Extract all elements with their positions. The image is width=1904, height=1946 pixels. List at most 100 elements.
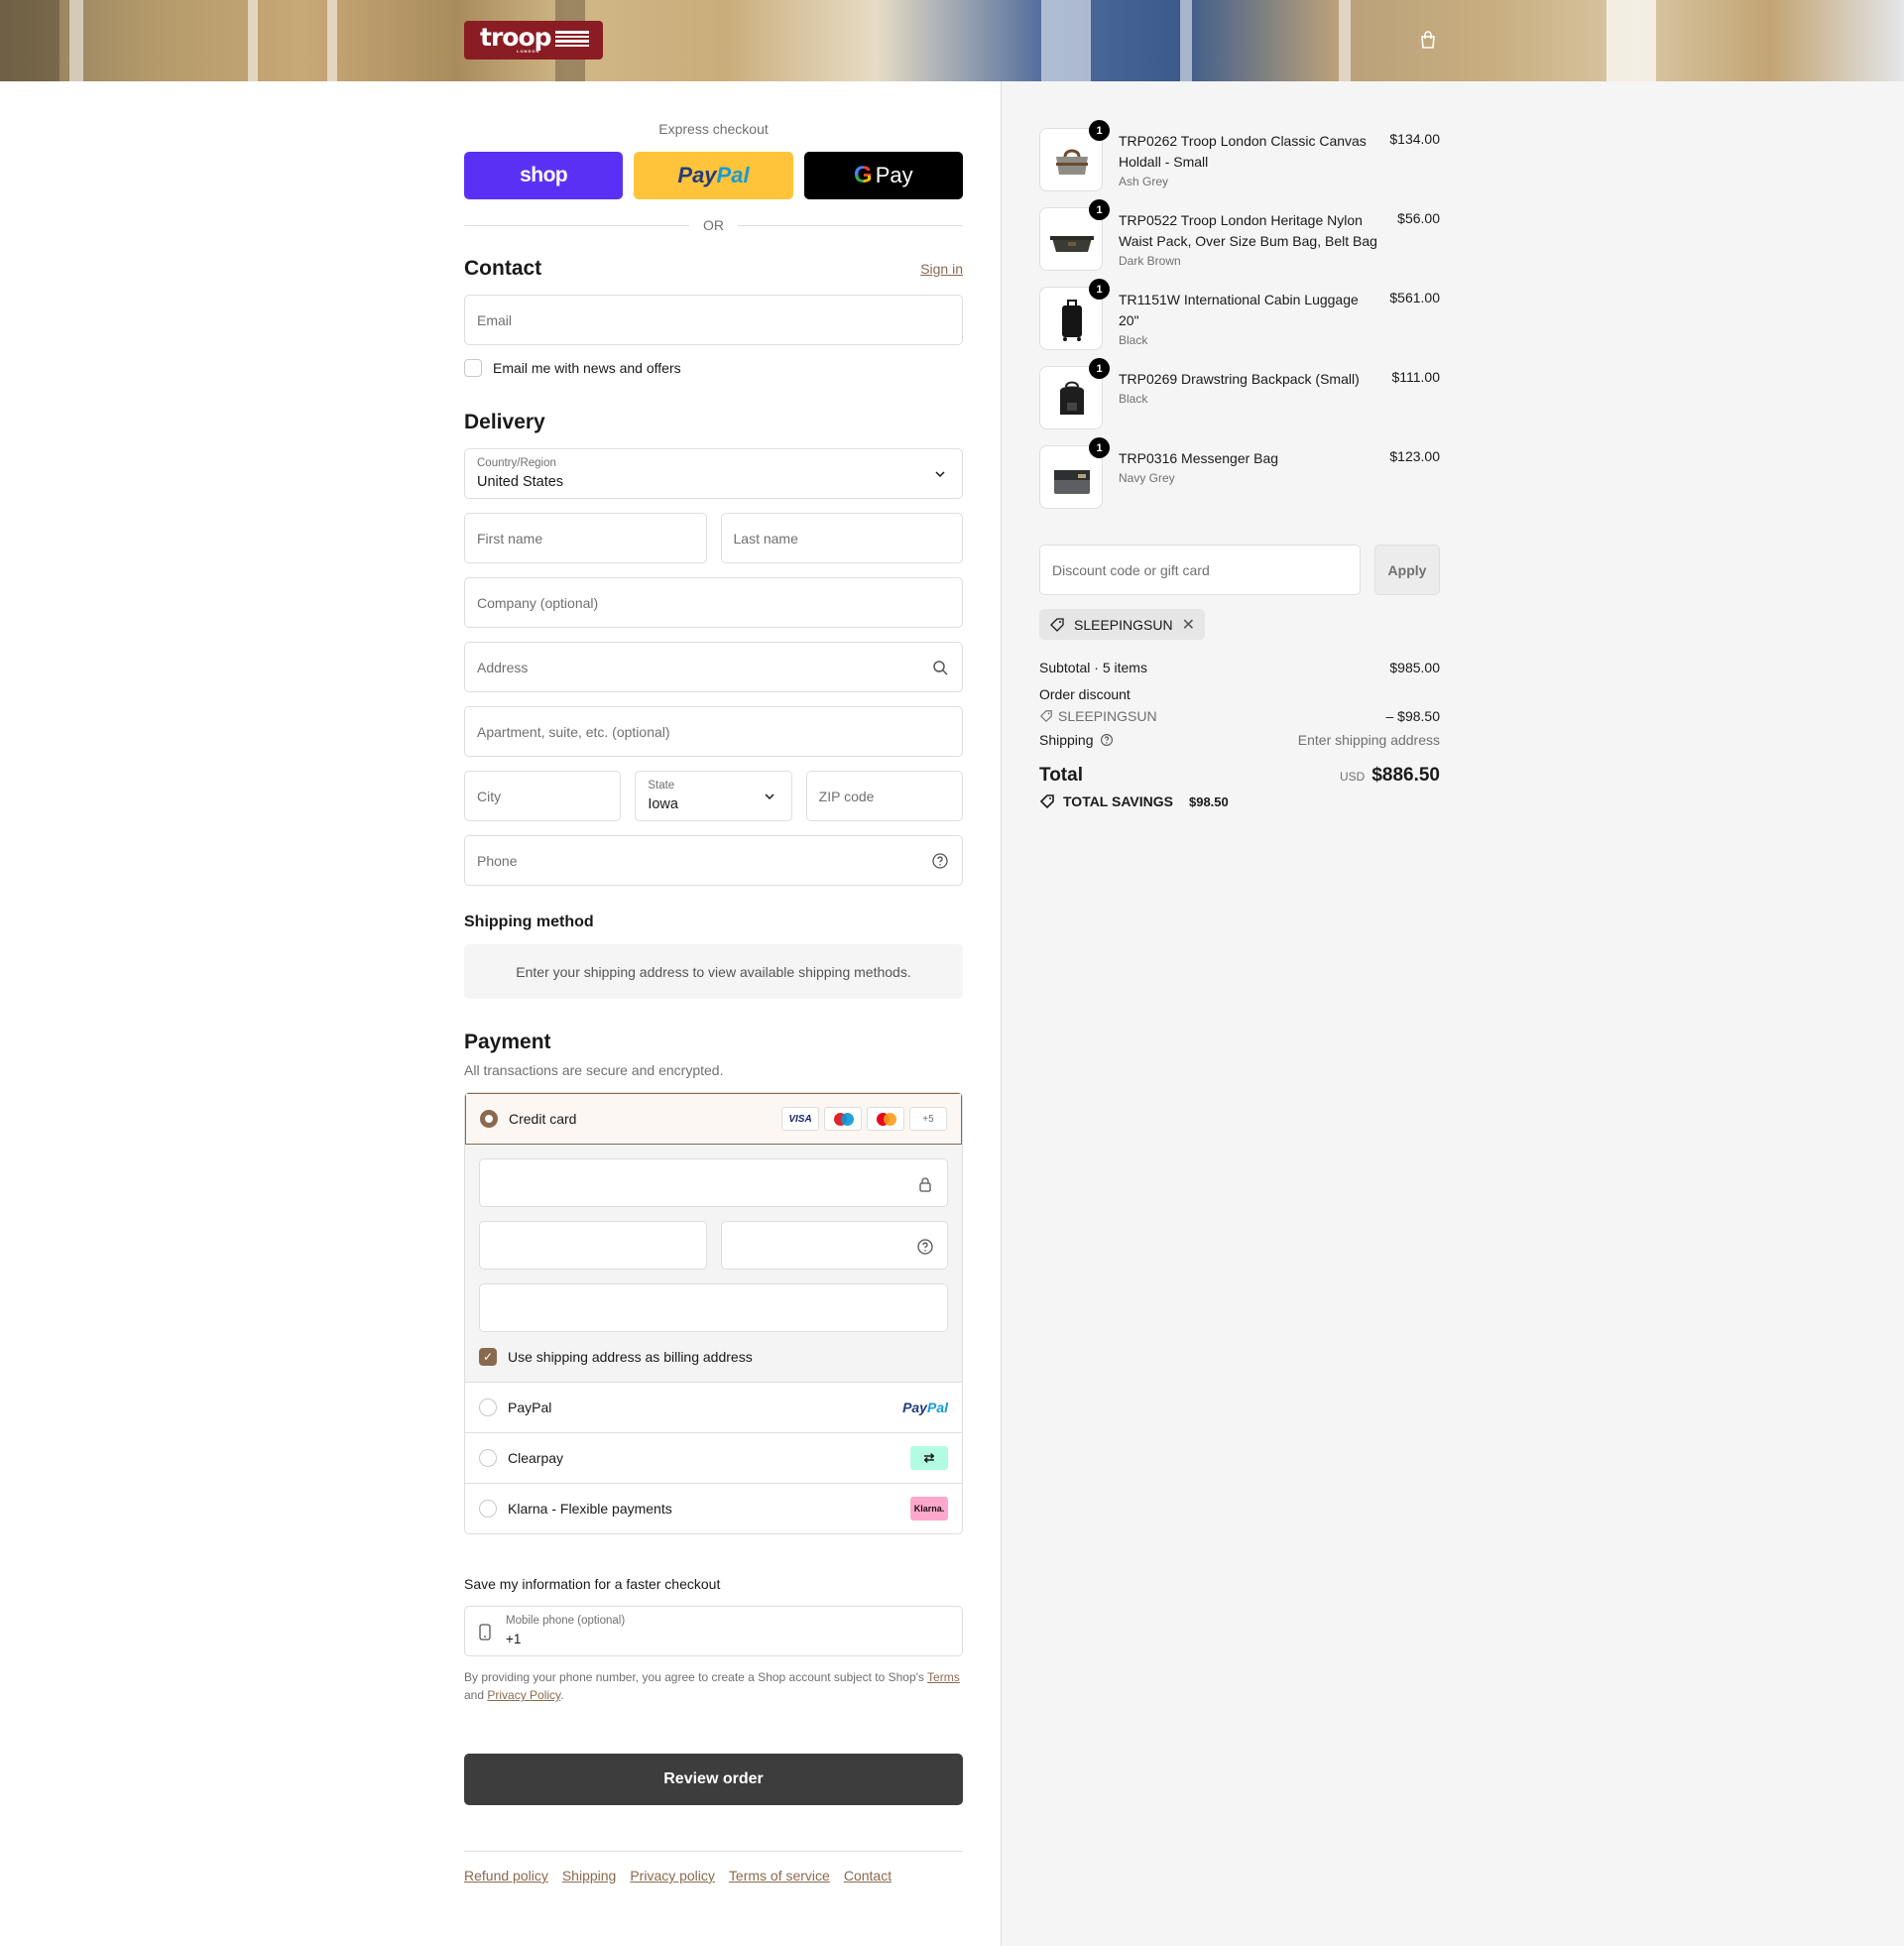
klarna-option[interactable]: Klarna - Flexible payments Klarna. (465, 1483, 962, 1533)
terms-text-b: and (464, 1688, 488, 1702)
credit-card-option[interactable]: Credit card VISA +5 (465, 1093, 962, 1145)
shop-pay-button[interactable]: shop (464, 152, 624, 199)
news-opt-in[interactable]: Email me with news and offers (464, 359, 963, 377)
paypal-radio[interactable] (479, 1399, 497, 1416)
card-brands: VISA +5 (781, 1107, 947, 1131)
card-name-field[interactable] (479, 1283, 948, 1332)
terms-link[interactable]: Terms (927, 1670, 960, 1684)
clearpay-radio[interactable] (479, 1449, 497, 1467)
country-select[interactable]: Country/Region United States (464, 448, 963, 499)
tag-icon (1050, 617, 1064, 632)
shipping-policy-link[interactable]: Shipping (562, 1868, 617, 1884)
billing-label: Use shipping address as billing address (508, 1349, 753, 1365)
google-pay-button[interactable]: G Pay (803, 152, 963, 199)
mobile-phone-field[interactable]: Mobile phone (optional) +1 (464, 1606, 963, 1656)
or-label: OR (703, 217, 724, 233)
first-name-placeholder: First name (477, 530, 543, 547)
applied-discount-chip: SLEEPINGSUN ✕ (1039, 609, 1205, 640)
clearpay-option[interactable]: Clearpay ⇄ (465, 1432, 962, 1483)
paypal-logo-b: Pal (926, 1399, 948, 1415)
more-brands-badge: +5 (909, 1107, 947, 1131)
help-icon[interactable] (1100, 733, 1114, 747)
billing-checkbox[interactable]: ✓ (479, 1348, 497, 1366)
help-icon[interactable] (931, 852, 949, 870)
logo-wordmark: troop (480, 23, 552, 52)
currency-code: USD (1339, 770, 1366, 784)
quantity-badge: 1 (1089, 279, 1110, 300)
credit-card-radio[interactable] (480, 1110, 498, 1128)
discount-row: Discount code or gift card Apply (1039, 545, 1440, 595)
apartment-placeholder: Apartment, suite, etc. (optional) (477, 723, 670, 740)
paypal-label: PayPal (508, 1399, 552, 1415)
klarna-label: Klarna - Flexible payments (508, 1501, 672, 1517)
discount-code-line: SLEEPINGSUN (1039, 708, 1157, 724)
product-thumbnail: 1 (1039, 199, 1110, 271)
phone-field[interactable]: Phone (464, 835, 963, 886)
paypal-option[interactable]: PayPal PayPal (465, 1382, 962, 1432)
order-totals: Subtotal · 5 items $985.00 Order discoun… (1039, 660, 1440, 809)
billing-same-as-shipping[interactable]: ✓ Use shipping address as billing addres… (479, 1332, 948, 1382)
total-row: Total USD $886.50 (1039, 765, 1440, 787)
luggage-icon (1062, 300, 1082, 341)
review-order-button[interactable]: Review order (464, 1754, 963, 1805)
discount-placeholder: Discount code or gift card (1052, 561, 1210, 578)
total-savings: TOTAL SAVINGS $98.50 (1039, 793, 1440, 809)
card-number-field[interactable] (479, 1158, 948, 1207)
paypal-button[interactable]: Pay Pal (634, 152, 793, 199)
last-name-placeholder: Last name (733, 530, 798, 547)
quantity-badge: 1 (1089, 199, 1110, 220)
backpack-icon (1060, 381, 1084, 415)
company-field[interactable]: Company (optional) (464, 577, 963, 628)
last-name-field[interactable]: Last name (720, 513, 963, 563)
card-expiry-field[interactable] (479, 1221, 707, 1270)
tag-icon (1039, 710, 1052, 723)
city-field[interactable]: City (464, 771, 622, 821)
privacy-policy-link[interactable]: Privacy Policy (487, 1688, 560, 1702)
waist-pack-icon (1050, 236, 1094, 252)
discount-code-field[interactable]: Discount code or gift card (1039, 545, 1361, 595)
apartment-field[interactable]: Apartment, suite, etc. (optional) (464, 706, 963, 757)
zip-field[interactable]: ZIP code (805, 771, 963, 821)
remove-discount-icon[interactable]: ✕ (1182, 615, 1195, 635)
lock-icon (919, 1177, 931, 1192)
product-thumbnail: 1 (1039, 120, 1110, 191)
cart-item: 1 TR1151W International Cabin Luggage 20… (1039, 279, 1440, 366)
card-expiry-cvv-row (479, 1221, 948, 1270)
payment-methods: Credit card VISA +5 ✓ Use shipping addre… (464, 1092, 963, 1534)
country-label: Country/Region (477, 457, 556, 469)
sign-in-link[interactable]: Sign in (920, 261, 963, 277)
shopping-bag-icon[interactable] (1418, 30, 1438, 50)
subtotal-value: $985.00 (1389, 660, 1440, 675)
address-field[interactable]: Address (464, 642, 963, 692)
discount-code-name: SLEEPINGSUN (1058, 708, 1157, 724)
terms-of-service-link[interactable]: Terms of service (729, 1868, 830, 1884)
product-price: $56.00 (1397, 210, 1440, 226)
chevron-down-icon (935, 471, 945, 478)
maestro-icon (824, 1107, 862, 1131)
paypal-logo-a: Pay (677, 163, 717, 187)
order-discount-label: Order discount (1039, 686, 1130, 702)
first-name-field[interactable]: First name (464, 513, 707, 563)
cart-item: 1 TRP0522 Troop London Heritage Nylon Wa… (1039, 199, 1440, 287)
card-details: ✓ Use shipping address as billing addres… (465, 1145, 962, 1382)
paypal-logo-b: Pal (716, 163, 750, 187)
logo-stripes-icon (555, 31, 589, 51)
product-variant: Navy Grey (1119, 471, 1175, 485)
help-icon[interactable] (916, 1238, 934, 1256)
shipping-method-title: Shipping method (464, 913, 594, 930)
klarna-radio[interactable] (479, 1500, 497, 1518)
order-summary: 1 TRP0262 Troop London Classic Canvas Ho… (1039, 81, 1440, 809)
terms-text-a: By providing your phone number, you agre… (464, 1670, 928, 1684)
troop-logo[interactable]: troop LONDON (464, 21, 603, 60)
shop-terms-notice: By providing your phone number, you agre… (464, 1668, 963, 1704)
contact-link[interactable]: Contact (844, 1868, 892, 1884)
state-select[interactable]: State Iowa (635, 771, 792, 821)
refund-policy-link[interactable]: Refund policy (464, 1868, 548, 1884)
privacy-policy-footer-link[interactable]: Privacy policy (630, 1868, 715, 1884)
product-variant: Dark Brown (1119, 254, 1181, 268)
email-field[interactable]: Email (464, 295, 963, 345)
card-cvv-field[interactable] (720, 1221, 948, 1270)
news-checkbox[interactable] (464, 359, 482, 377)
apply-discount-button[interactable]: Apply (1374, 545, 1440, 595)
product-variant: Ash Grey (1119, 175, 1169, 188)
